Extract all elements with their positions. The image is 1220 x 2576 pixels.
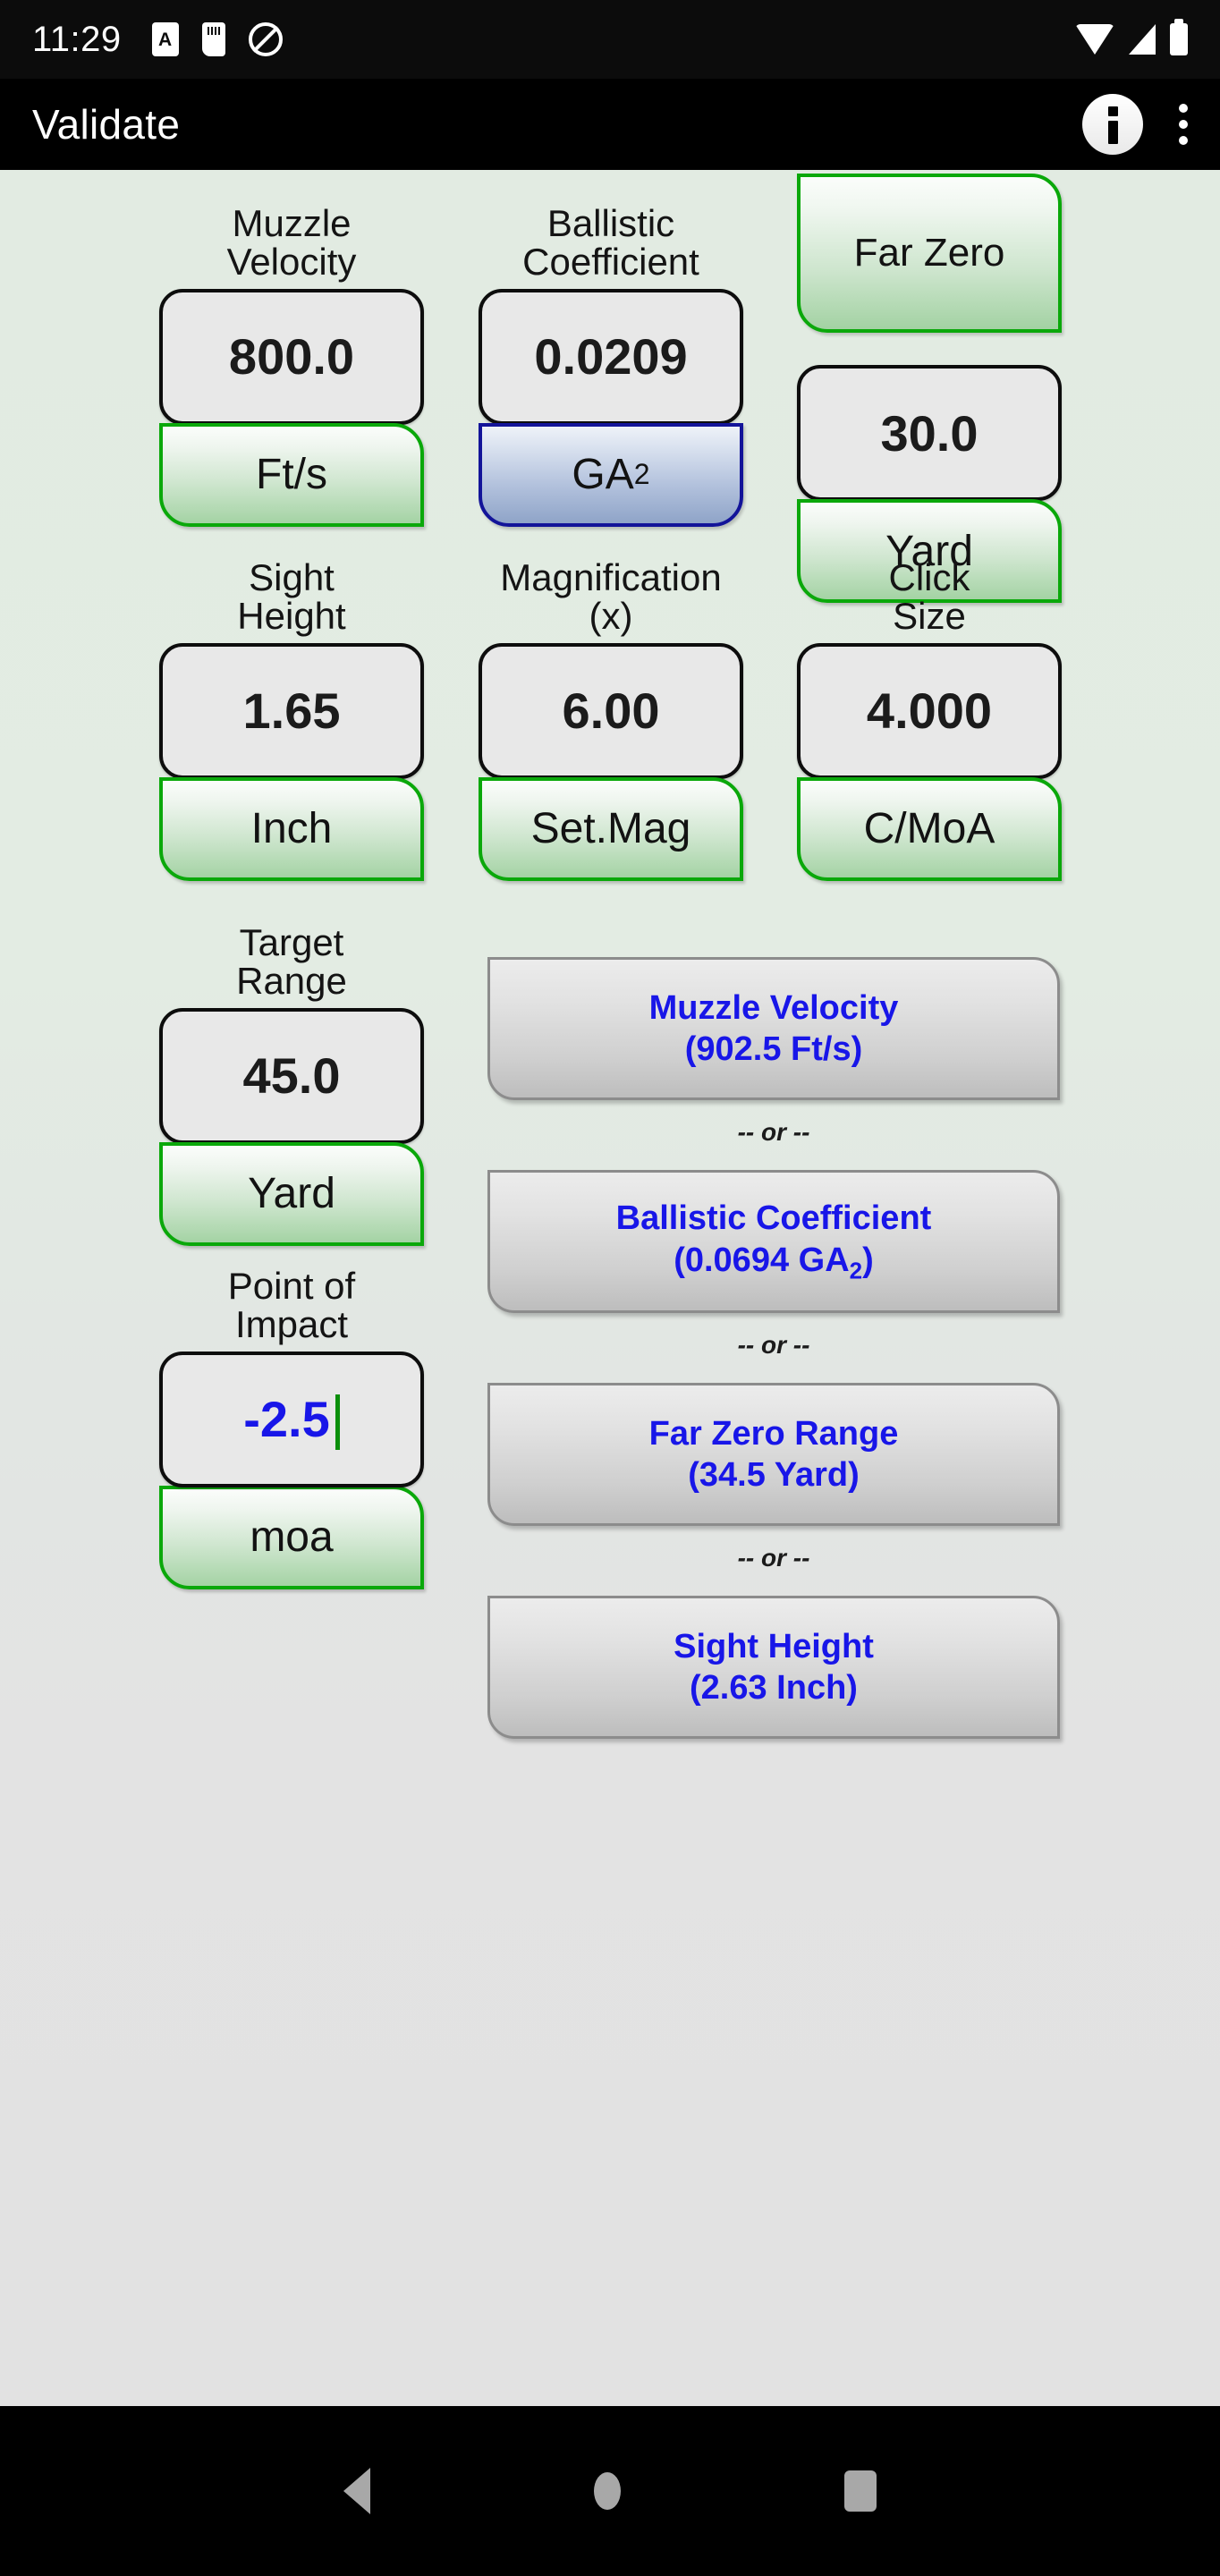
- ballistic-coefficient-input[interactable]: 0.0209: [479, 288, 743, 425]
- field-row-2: Sight Height 1.65 Inch Magnification (x)…: [0, 558, 1220, 919]
- cell-signal-icon: [1129, 24, 1156, 55]
- field-row-3: Target Range 45.0 Yard Point of Impact -…: [0, 919, 1220, 1739]
- field-magnification: Magnification (x) 6.00 Set.Mag: [479, 558, 743, 881]
- field-label-ballistic-coefficient: Ballistic Coefficient: [522, 202, 699, 284]
- field-label-target-range: Target Range: [236, 921, 347, 1003]
- far-zero-input[interactable]: 30.0: [797, 365, 1062, 501]
- app-bar: Validate: [0, 79, 1220, 170]
- field-label-magnification: Magnification (x): [500, 556, 722, 638]
- page-title: Validate: [32, 101, 181, 148]
- muzzle-velocity-input[interactable]: 800.0: [159, 288, 424, 425]
- alarm-card-icon: A: [151, 22, 179, 56]
- solve-ballistic-coefficient-button[interactable]: Ballistic Coefficient (0.0694 GA2): [487, 1170, 1060, 1313]
- field-target-range: Target Range 45.0 Yard: [159, 923, 424, 1246]
- field-label-muzzle-velocity: Muzzle Velocity: [226, 202, 357, 284]
- muzzle-velocity-unit-button[interactable]: Ft/s: [159, 422, 424, 527]
- point-of-impact-input[interactable]: -2.5: [159, 1351, 424, 1487]
- magnification-unit-button[interactable]: Set.Mag: [479, 776, 743, 881]
- target-range-unit-button[interactable]: Yard: [159, 1141, 424, 1246]
- nav-recents-icon[interactable]: [844, 2470, 877, 2512]
- mute-icon: [248, 22, 283, 56]
- field-label-sight-height: Sight Height: [237, 556, 346, 638]
- status-left-icons: A: [151, 22, 283, 56]
- field-click-size: Click Size 4.000 C/MoA: [797, 558, 1062, 881]
- nav-back-icon[interactable]: [343, 2468, 370, 2514]
- info-icon[interactable]: [1082, 94, 1143, 155]
- sight-height-input[interactable]: 1.65: [159, 642, 424, 779]
- field-point-of-impact: Point of Impact -2.5 moa: [159, 1267, 424, 1589]
- field-label-click-size: Click Size: [888, 556, 970, 638]
- text-cursor: [335, 1394, 340, 1450]
- target-range-input[interactable]: 45.0: [159, 1007, 424, 1144]
- nav-home-icon[interactable]: [594, 2472, 621, 2510]
- field-sight-height: Sight Height 1.65 Inch: [159, 558, 424, 881]
- or-separator-1: -- or --: [737, 1118, 810, 1146]
- field-row-1: Muzzle Velocity 800.0 Ft/s Ballistic Coe…: [0, 182, 1220, 603]
- or-separator-3: -- or --: [737, 1544, 810, 1572]
- app-screen: 11:29 A Validate Far Zero Muzzle Velocit…: [0, 0, 1220, 2576]
- ballistic-coefficient-unit-button[interactable]: GA 2: [479, 422, 743, 527]
- status-right-icons: [1075, 19, 1188, 55]
- wifi-icon: [1075, 24, 1114, 55]
- sim-card-icon: [201, 22, 225, 56]
- solve-sight-height-button[interactable]: Sight Height (2.63 Inch): [487, 1596, 1060, 1739]
- field-label-point-of-impact: Point of Impact: [227, 1265, 356, 1346]
- main-content: Far Zero Muzzle Velocity 800.0 Ft/s Ball…: [0, 170, 1220, 2406]
- solve-far-zero-range-button[interactable]: Far Zero Range (34.5 Yard): [487, 1383, 1060, 1526]
- field-ballistic-coefficient: Ballistic Coefficient 0.0209 GA 2: [479, 204, 743, 527]
- solve-bc-value: (0.0694 GA2): [674, 1241, 874, 1284]
- or-separator-2: -- or --: [737, 1331, 810, 1359]
- overflow-menu-icon[interactable]: [1179, 104, 1188, 145]
- magnification-input[interactable]: 6.00: [479, 642, 743, 779]
- solve-muzzle-velocity-button[interactable]: Muzzle Velocity (902.5 Ft/s): [487, 957, 1060, 1100]
- click-size-input[interactable]: 4.000: [797, 642, 1062, 779]
- app-bar-actions: [1082, 94, 1188, 155]
- field-muzzle-velocity: Muzzle Velocity 800.0 Ft/s: [159, 204, 424, 527]
- system-nav-bar: [0, 2406, 1220, 2576]
- status-bar: 11:29 A: [0, 0, 1220, 79]
- sight-height-unit-button[interactable]: Inch: [159, 776, 424, 881]
- status-clock: 11:29: [32, 19, 122, 59]
- battery-icon: [1170, 19, 1188, 55]
- point-of-impact-unit-button[interactable]: moa: [159, 1485, 424, 1589]
- click-size-unit-button[interactable]: C/MoA: [797, 776, 1062, 881]
